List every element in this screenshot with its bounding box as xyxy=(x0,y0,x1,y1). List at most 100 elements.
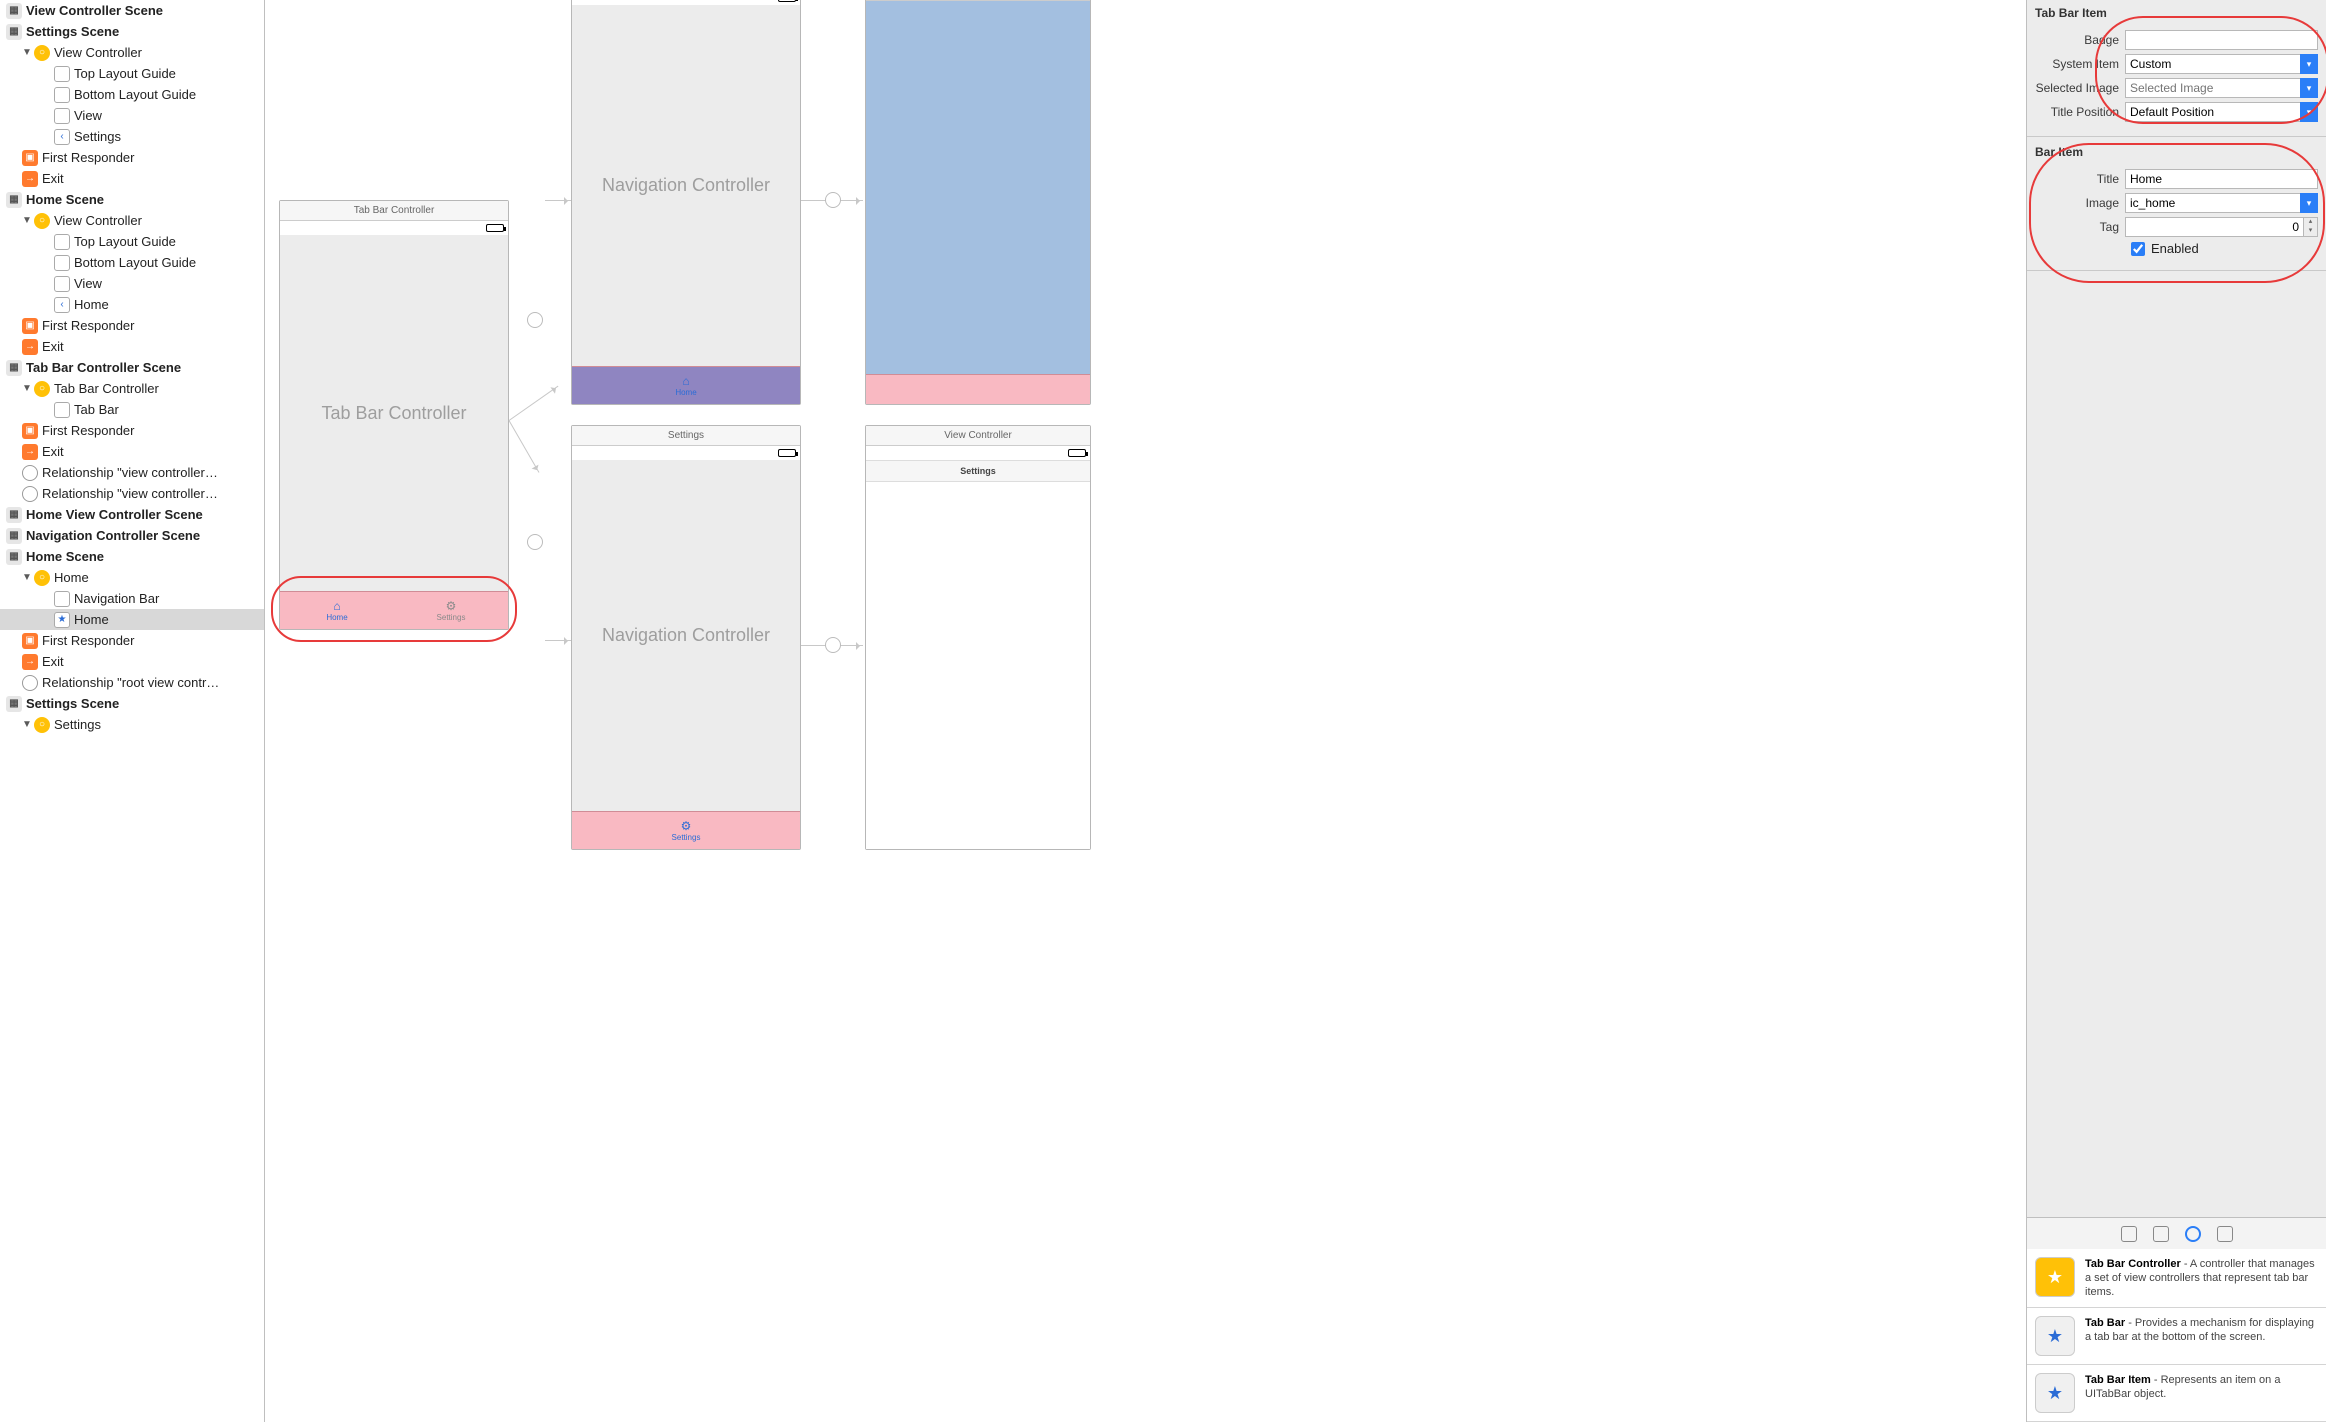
title-position-select[interactable] xyxy=(2125,102,2300,122)
viewcontroller-icon: ○ xyxy=(34,717,50,733)
stepper-down-icon[interactable]: ▾ xyxy=(2304,227,2317,236)
scene-settings-vc-canvas[interactable]: View Controller Settings xyxy=(865,425,1091,850)
enabled-checkbox[interactable] xyxy=(2131,242,2145,256)
field-label: Badge xyxy=(2035,33,2125,47)
item-label: Home xyxy=(74,297,109,312)
outline-navbar[interactable]: Navigation Bar xyxy=(0,588,264,609)
dropdown-icon[interactable]: ▾ xyxy=(2300,193,2318,213)
item-label: Top Layout Guide xyxy=(74,234,176,249)
title-input[interactable] xyxy=(2125,169,2318,189)
outline-viewcontroller[interactable]: ▼○View Controller xyxy=(0,42,264,63)
scene-nav-controller-top[interactable]: Navigation Controller ⌂Home xyxy=(571,0,801,405)
disclosure-triangle-icon[interactable]: ▼ xyxy=(22,215,32,226)
tabbar[interactable]: ⌂Home ⚙Settings xyxy=(280,591,508,629)
tabbar[interactable] xyxy=(866,374,1090,404)
outline-exit[interactable]: →Exit xyxy=(0,336,264,357)
scene-home-vc[interactable]: ▦Home View Controller Scene xyxy=(0,504,264,525)
tabitem-home[interactable]: ⌂Home xyxy=(280,592,394,629)
tabitem-home[interactable]: ⌂Home xyxy=(572,367,800,404)
segue-connector[interactable] xyxy=(527,534,543,550)
outline-home-item[interactable]: ‹Home xyxy=(0,294,264,315)
outline-tabbar[interactable]: Tab Bar xyxy=(0,399,264,420)
scene-title: Settings xyxy=(668,430,704,441)
segue-arrow[interactable] xyxy=(509,420,540,472)
item-label: Top Layout Guide xyxy=(74,66,176,81)
outline-tabbar-controller[interactable]: ▼○Tab Bar Controller xyxy=(0,378,264,399)
outline-first-responder[interactable]: ▣First Responder xyxy=(0,630,264,651)
library-tab-object-icon[interactable] xyxy=(2185,1226,2201,1242)
outline-top-layout[interactable]: Top Layout Guide xyxy=(0,63,264,84)
disclosure-triangle-icon[interactable]: ▼ xyxy=(22,383,32,394)
disclosure-triangle-icon[interactable]: ▼ xyxy=(22,719,32,730)
segue-connector[interactable] xyxy=(825,637,841,653)
dropdown-icon[interactable]: ▾ xyxy=(2300,78,2318,98)
badge-input[interactable] xyxy=(2125,30,2318,50)
item-label: View xyxy=(74,276,102,291)
scene-view-controller[interactable]: ▦View Controller Scene xyxy=(0,0,264,21)
outline-home-nav[interactable]: ▼○Home xyxy=(0,567,264,588)
field-label: System Item xyxy=(2035,57,2125,71)
outline-first-responder[interactable]: ▣First Responder xyxy=(0,420,264,441)
dropdown-icon[interactable]: ▾ xyxy=(2300,102,2318,122)
storyboard-canvas[interactable]: Tab Bar Controller Tab Bar Controller ⌂H… xyxy=(265,0,2026,1422)
library-tab-code-icon[interactable] xyxy=(2153,1226,2169,1242)
scene-settings[interactable]: ▦Settings Scene xyxy=(0,21,264,42)
selected-image-select[interactable] xyxy=(2125,78,2300,98)
tabitem-label: Settings xyxy=(437,613,466,622)
segue-connector[interactable] xyxy=(825,192,841,208)
outline-exit[interactable]: →Exit xyxy=(0,168,264,189)
outline-first-responder[interactable]: ▣First Responder xyxy=(0,315,264,336)
scene-nav-controller[interactable]: ▦Navigation Controller Scene xyxy=(0,525,264,546)
outline-exit[interactable]: →Exit xyxy=(0,651,264,672)
segue-arrow[interactable] xyxy=(509,386,559,421)
outline-bottom-layout[interactable]: Bottom Layout Guide xyxy=(0,84,264,105)
tabitem-settings[interactable]: ⚙Settings xyxy=(572,812,800,849)
scene-home-vc-canvas[interactable]: Home xyxy=(865,0,1091,405)
outline-top-layout[interactable]: Top Layout Guide xyxy=(0,231,264,252)
scene-tabbar-controller[interactable]: ▦Tab Bar Controller Scene xyxy=(0,357,264,378)
outline-viewcontroller[interactable]: ▼○View Controller xyxy=(0,210,264,231)
tabbar[interactable]: ⌂Home xyxy=(572,366,800,404)
disclosure-triangle-icon[interactable]: ▼ xyxy=(22,47,32,58)
image-select[interactable] xyxy=(2125,193,2300,213)
outline-view[interactable]: View xyxy=(0,273,264,294)
outline-settings-nav[interactable]: ▼○Settings xyxy=(0,714,264,735)
segue-arrow[interactable] xyxy=(545,640,571,641)
library-item-tabbar[interactable]: ★ Tab Bar - Provides a mechanism for dis… xyxy=(2027,1308,2326,1365)
system-item-select[interactable] xyxy=(2125,54,2300,74)
outline-relationship[interactable]: Relationship "root view contr… xyxy=(0,672,264,693)
segue-arrow[interactable] xyxy=(545,200,571,201)
outline-bottom-layout[interactable]: Bottom Layout Guide xyxy=(0,252,264,273)
segue-connector[interactable] xyxy=(527,312,543,328)
outline-relationship[interactable]: Relationship "view controller… xyxy=(0,483,264,504)
outline-settings-item[interactable]: ‹Settings xyxy=(0,126,264,147)
outline-exit[interactable]: →Exit xyxy=(0,441,264,462)
exit-icon: → xyxy=(22,444,38,460)
battery-icon xyxy=(486,224,504,232)
tag-input[interactable] xyxy=(2125,217,2304,237)
stepper-buttons[interactable]: ▴▾ xyxy=(2304,217,2318,237)
document-outline[interactable]: ▦View Controller Scene ▦Settings Scene ▼… xyxy=(0,0,265,1422)
scene-icon: ▦ xyxy=(6,507,22,523)
library-item-tabbar-item[interactable]: ★ Tab Bar Item - Represents an item on a… xyxy=(2027,1365,2326,1422)
library-item-text: Tab Bar Item - Represents an item on a U… xyxy=(2085,1373,2318,1413)
dropdown-icon[interactable]: ▾ xyxy=(2300,54,2318,74)
object-library[interactable]: ★ Tab Bar Controller - A controller that… xyxy=(2027,1249,2326,1422)
library-item-tabbar-controller[interactable]: ★ Tab Bar Controller - A controller that… xyxy=(2027,1249,2326,1308)
library-tab-media-icon[interactable] xyxy=(2217,1226,2233,1242)
scene-home[interactable]: ▦Home Scene xyxy=(0,189,264,210)
tabitem-settings[interactable]: ⚙Settings xyxy=(394,592,508,629)
outline-view[interactable]: View xyxy=(0,105,264,126)
outline-home-tabitem-selected[interactable]: ★Home xyxy=(0,609,264,630)
tabbar[interactable]: ⚙Settings xyxy=(572,811,800,849)
outline-relationship[interactable]: Relationship "view controller… xyxy=(0,462,264,483)
scene-settings2[interactable]: ▦Settings Scene xyxy=(0,693,264,714)
stepper-up-icon[interactable]: ▴ xyxy=(2304,218,2317,227)
library-tab-file-icon[interactable] xyxy=(2121,1226,2137,1242)
outline-first-responder[interactable]: ▣First Responder xyxy=(0,147,264,168)
item-label: Exit xyxy=(42,654,64,669)
scene-home2[interactable]: ▦Home Scene xyxy=(0,546,264,567)
scene-nav-controller-bottom[interactable]: Settings Navigation Controller ⚙Settings xyxy=(571,425,801,850)
disclosure-triangle-icon[interactable]: ▼ xyxy=(22,572,32,583)
scene-tabbar-controller-canvas[interactable]: Tab Bar Controller Tab Bar Controller ⌂H… xyxy=(279,200,509,630)
